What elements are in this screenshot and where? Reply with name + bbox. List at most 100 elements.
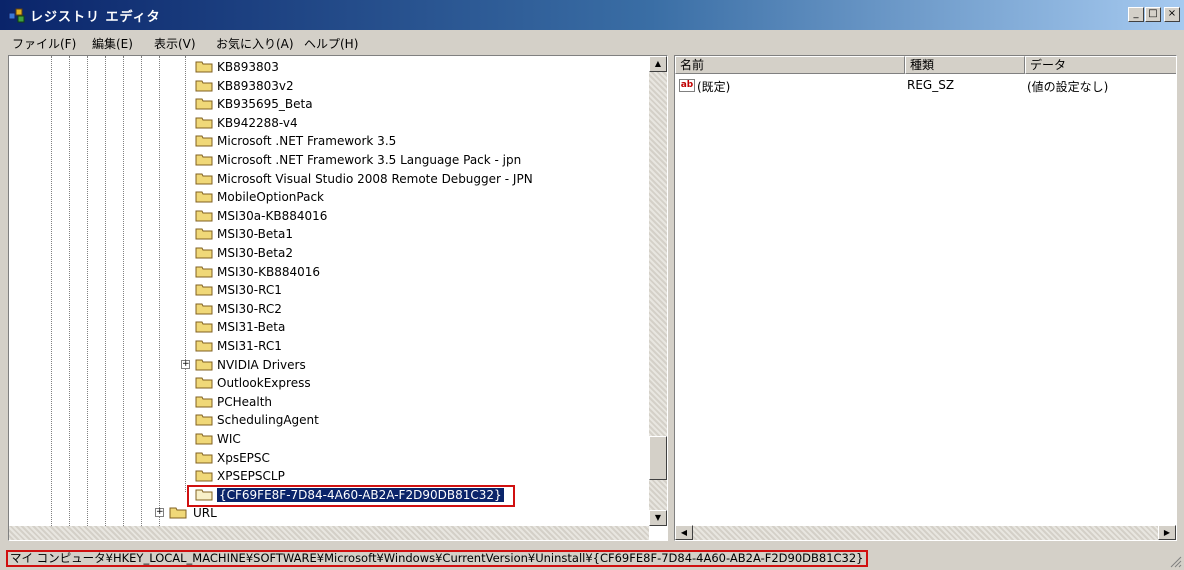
resize-grip-icon[interactable] [1170,556,1182,568]
tree-item-label: MSI30-Beta1 [217,227,293,242]
tree-item[interactable]: + URL [9,504,649,522]
folder-icon [195,190,213,203]
folder-icon [195,79,213,92]
folder-icon [195,209,213,222]
tree-item[interactable]: Microsoft .NET Framework 3.5 Language Pa… [9,151,649,169]
folder-icon [195,153,213,166]
tree-item[interactable]: OutlookExpress [9,374,649,392]
list-item[interactable]: ab (既定) REG_SZ (値の設定なし) [675,76,1176,94]
tree-item-label: MSI30-Beta2 [217,246,293,260]
tree-item[interactable]: KB935695_Beta [9,95,649,113]
status-bar: マイ コンピュータ¥HKEY_LOCAL_MACHINE¥SOFTWARE¥Mi… [0,548,1184,570]
tree-item[interactable]: Microsoft Visual Studio 2008 Remote Debu… [9,170,649,188]
string-value-icon: ab [679,79,695,92]
menu-favorites[interactable]: お気に入り(A) [216,35,294,52]
tree-item-label: MSI31-RC1 [217,339,282,353]
tree-item-label: MSI30-RC2 [217,301,282,316]
folder-icon [195,134,213,147]
folder-icon [195,172,213,185]
folder-icon [195,395,213,408]
tree-item[interactable]: WIC [9,430,649,448]
tree-item-label: Microsoft .NET Framework 3.5 Language Pa… [217,153,522,167]
menu-edit[interactable]: 編集(E) [92,35,133,52]
tree-item-label: OutlookExpress [217,376,311,391]
folder-icon [195,246,213,259]
key-tree-pane[interactable]: KB893803 KB893803v2 KB935695_Beta KB942288-… [8,55,668,541]
folder-icon [195,227,213,240]
column-header-data[interactable]: データ [1025,56,1176,74]
folder-icon [195,283,213,296]
tree-item[interactable]: XPSEPSCLP [9,467,649,485]
tree-item-label: MSI31-Beta [217,320,286,335]
column-header-type[interactable]: 種類 [905,56,1025,74]
tree-item-label: KB942288-v4 [217,115,298,130]
tree-item-label: URL [193,506,217,521]
tree-vertical-scrollbar[interactable]: ▲ ▼ [649,56,667,526]
tree-item-label: MSI30a-KB884016 [217,208,328,223]
value-name: (既定) [697,80,731,94]
folder-icon [195,320,213,333]
key-tree: KB893803 KB893803v2 KB935695_Beta KB942288-… [9,56,649,526]
tree-item[interactable]: SchedulingAgent [9,411,649,429]
tree-item[interactable]: MSI30a-KB884016 [9,207,649,225]
tree-item[interactable]: PCHealth [9,393,649,411]
tree-item[interactable]: KB893803 [9,58,649,76]
tree-item-label: Microsoft .NET Framework 3.5 [217,134,397,149]
tree-item[interactable]: Microsoft .NET Framework 3.5 [9,132,649,150]
folder-icon [195,265,213,278]
folder-icon [195,358,213,371]
value-data: (値の設定なし) [1027,80,1109,94]
tree-item[interactable]: KB942288-v4 [9,114,649,132]
menu-bar: ファイル(F) 編集(E) 表示(V) お気に入り(A) ヘルプ(H) [0,30,1184,54]
scroll-left-button[interactable]: ◀ [675,525,693,540]
list-header: 名前 種類 データ [675,56,1176,74]
tree-item[interactable]: MSI30-RC2 [9,300,649,318]
tree-item-label: XpsEPSC [217,450,270,465]
tree-item[interactable]: MSI31-RC1 [9,337,649,355]
tree-item[interactable]: MSI30-Beta2 [9,244,649,262]
tree-item-label: MSI30-KB884016 [217,264,321,279]
menu-help[interactable]: ヘルプ(H) [304,35,358,52]
tree-item[interactable]: MSI30-Beta1 [9,225,649,243]
tree-item[interactable]: KB893803v2 [9,77,649,95]
value-list-pane[interactable]: 名前 種類 データ ab (既定) REG_SZ (値の設定なし) ◀ ▶ [674,55,1177,541]
column-header-name[interactable]: 名前 [675,56,905,74]
folder-icon [195,302,213,315]
tree-item-label: PCHealth [217,394,273,409]
tree-item[interactable]: + NVIDIA Drivers [9,356,649,374]
scroll-right-button[interactable]: ▶ [1158,525,1176,540]
tree-item-label: NVIDIA Drivers [217,357,306,372]
tree-horizontal-scrollbar[interactable] [9,526,649,540]
tree-item[interactable]: MSI30-KB884016 [9,263,649,281]
expand-icon[interactable]: + [181,359,190,369]
tree-item-label: MSI30-RC1 [217,283,282,298]
tree-item[interactable]: MobileOptionPack [9,188,649,206]
scroll-thumb[interactable] [649,436,667,480]
scroll-down-button[interactable]: ▼ [649,510,667,526]
tree-item[interactable]: XpsEPSC [9,449,649,467]
folder-icon [195,116,213,129]
folder-icon [169,506,187,519]
status-path: マイ コンピュータ¥HKEY_LOCAL_MACHINE¥SOFTWARE¥Mi… [6,550,868,567]
tree-item-label: KB893803 [217,60,279,74]
selected-key-highlight [187,485,515,507]
folder-icon [195,451,213,464]
tree-item-label: SchedulingAgent [217,413,319,428]
expand-icon[interactable]: + [155,508,164,518]
maximize-button[interactable]: □ [1145,7,1161,22]
folder-icon [195,432,213,445]
title-bar[interactable]: レジストリ エディタ _ □ × [0,0,1184,30]
menu-file[interactable]: ファイル(F) [12,35,76,52]
list-horizontal-scrollbar[interactable]: ◀ ▶ [675,525,1176,540]
scroll-up-button[interactable]: ▲ [649,56,667,72]
regedit-icon [8,8,25,23]
minimize-button[interactable]: _ [1128,7,1144,22]
tree-item[interactable]: MSI30-RC1 [9,281,649,299]
tree-item-label: WIC [217,432,241,446]
menu-view[interactable]: 表示(V) [154,35,196,52]
close-button[interactable]: × [1164,7,1180,22]
tree-item-label: XPSEPSCLP [217,469,285,484]
tree-item-label: MobileOptionPack [217,190,325,205]
tree-item[interactable]: MSI31-Beta [9,318,649,336]
tree-item-label: KB935695_Beta [217,97,313,112]
